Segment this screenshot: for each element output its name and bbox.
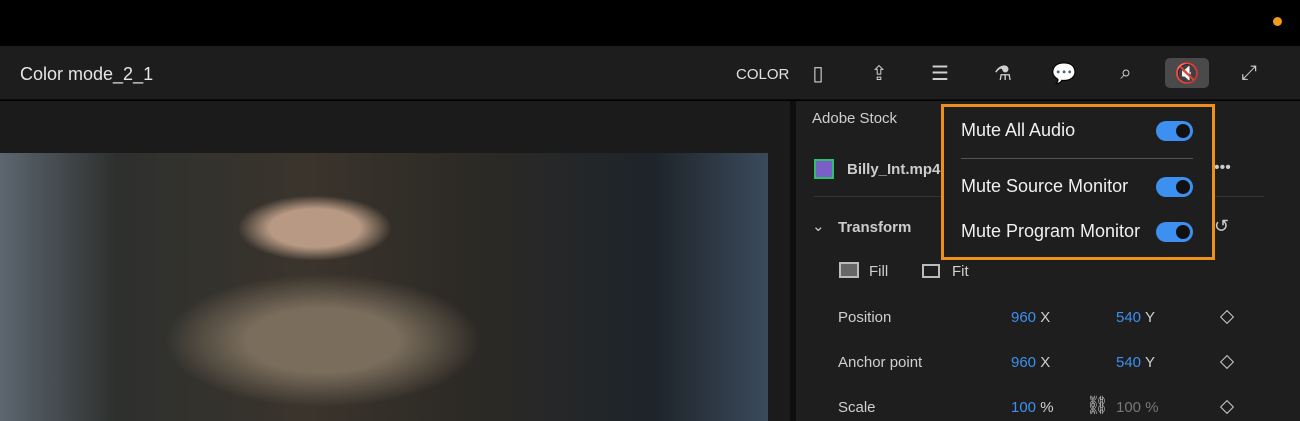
section-adobe-stock: Adobe Stock [812,110,898,127]
search-enhance-icon[interactable]: ⌕ [1105,58,1147,88]
mute-source-monitor-toggle[interactable] [1156,177,1193,197]
share-icon[interactable]: ⇪ [858,58,900,88]
mute-source-monitor-label: Mute Source Monitor [961,176,1129,196]
mute-program-monitor-label: Mute Program Monitor [961,221,1141,241]
position-label: Position [838,309,892,326]
y-unit: Y [1144,354,1155,371]
recording-indicator-dot [1273,17,1282,26]
mute-all-audio-label: Mute All Audio [961,120,1076,140]
position-x-value[interactable]: 960 [1011,309,1036,326]
project-title: Color mode_2_1 [20,64,154,84]
y-unit: Y [1144,309,1155,326]
percent-unit: % [1040,399,1054,416]
mode-label[interactable]: COLOR [736,66,789,83]
anchor-point-label: Anchor point [838,354,923,371]
status-bar [0,0,1300,46]
x-unit: X [1040,309,1051,326]
anchor-y-value[interactable]: 540 [1116,354,1141,371]
separator [961,158,1193,159]
fit-icon[interactable] [922,264,940,278]
clip-icon [814,159,834,179]
link-icon[interactable]: ⛓ [1086,395,1109,416]
fit-button[interactable]: Fit [952,263,969,280]
keyframe-diamond-icon[interactable] [1219,399,1235,415]
mute-audio-icon[interactable]: 🔇 [1165,58,1209,88]
effects-flask-icon[interactable]: ⚗ [982,58,1024,88]
scale-value[interactable]: 100 [1011,399,1036,416]
more-options-button[interactable]: ••• [1214,159,1231,177]
transform-section-title[interactable]: Transform [838,219,911,236]
comments-icon[interactable]: 💬 [1043,58,1085,88]
clip-name: Billy_Int.mp4 [847,161,941,178]
anchor-x-value[interactable]: 960 [1011,354,1036,371]
properties-icon[interactable]: ☰ [919,58,961,88]
fill-icon[interactable] [839,262,859,278]
scale-height-value: 100 % [1116,399,1159,416]
position-y-value[interactable]: 540 [1116,309,1141,326]
reset-icon[interactable]: ↺ [1214,216,1229,237]
panel-layout-icon[interactable]: ▯ [797,58,839,88]
video-frame[interactable] [0,153,768,421]
chevron-down-icon[interactable]: ⌄ [812,217,825,235]
scale-label: Scale [838,399,876,416]
keyframe-diamond-icon[interactable] [1219,309,1235,325]
x-unit: X [1040,354,1051,371]
fill-button[interactable]: Fill [869,263,888,280]
fullscreen-icon[interactable]: ⤢ [1228,58,1270,88]
mute-options-popup: Mute All Audio Mute Source Monitor Mute … [941,104,1215,260]
mute-program-monitor-toggle[interactable] [1156,222,1193,242]
keyframe-diamond-icon[interactable] [1219,354,1235,370]
mute-all-audio-toggle[interactable] [1156,121,1193,141]
